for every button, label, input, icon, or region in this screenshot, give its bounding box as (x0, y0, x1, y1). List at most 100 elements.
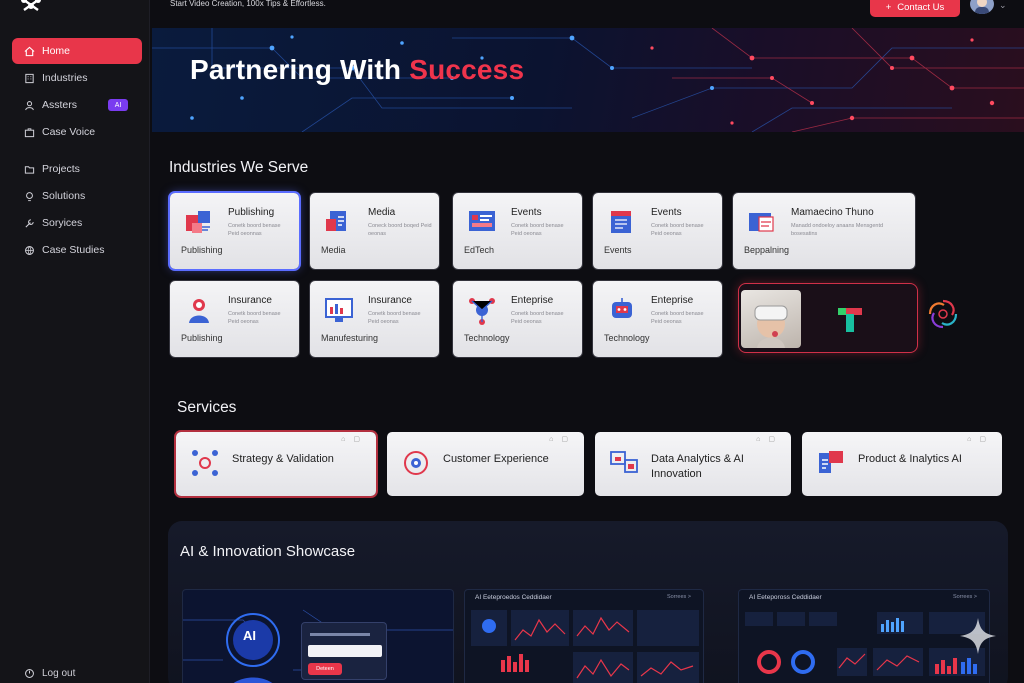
lightbulb-icon (24, 191, 35, 202)
hero-title-accent: Success (409, 54, 525, 85)
widget-line (310, 633, 370, 636)
service-card-strategy[interactable]: Strategy & Validation ⌂▢ (176, 432, 376, 496)
industry-card-title: Publishing (228, 207, 275, 218)
industry-card-title: Insurance (368, 295, 412, 306)
sidebar-item-label: Solutions (42, 190, 86, 202)
ai-avatar-label: AI (243, 628, 256, 643)
industry-card-subtitle: Publishing (181, 333, 223, 343)
industry-card-title: Mamaecino Thuno (791, 207, 874, 218)
logout-button[interactable]: Log out (24, 668, 75, 679)
plus-icon: + (885, 1, 892, 13)
industry-card-title: Media (368, 207, 396, 218)
sidebar-item-assters[interactable]: Assters AI (12, 92, 142, 118)
hero-title-prefix: Partnering With (190, 54, 410, 85)
sidebar-item-label: Case Voice (42, 126, 96, 138)
strategy-network-icon (192, 450, 218, 476)
industry-card-desc: Manadd ondoeloy anaans Mensgentd bosesat… (791, 223, 884, 237)
industry-card-desc: Conetk boord benase Peid oeonas (368, 311, 421, 325)
panel-title: AI Eeteproedos Ceddidaer (475, 594, 552, 601)
sidebar-item-home[interactable]: Home (12, 38, 142, 64)
calendar-icon (611, 211, 631, 233)
hero-banner: Partnering With Success (152, 28, 1024, 132)
industry-card-desc: Conetk boord benase Peid oeonas (651, 223, 704, 237)
folder-icon (24, 164, 35, 175)
industry-card-events-edtech[interactable]: Events Conetk boord benase Peid oeonas E… (453, 193, 582, 269)
brand-logo-icon[interactable] (18, 0, 46, 14)
sidebar-item-case-voice[interactable]: Case Voice (12, 119, 142, 145)
dashboard-charts-illustration (471, 610, 699, 683)
industry-card-enterprise[interactable]: Enteprise Conetk boord benase Peid oeona… (453, 281, 582, 357)
industry-card-title: Events (511, 207, 542, 218)
industry-card-subtitle: Beppalning (744, 245, 790, 255)
contact-us-label: Contact Us (897, 1, 945, 13)
publishing-icon (186, 211, 210, 233)
analytics-dashboard-icon (610, 451, 638, 473)
sidebar-item-soryices[interactable]: Soryices (12, 210, 142, 236)
industry-card-title: Insurance (228, 295, 272, 306)
service-card-label: Customer Experience (443, 453, 549, 465)
person-shield-icon (189, 299, 209, 323)
panel-title: AI Eetepoross Ceddidaer (749, 594, 822, 601)
card-action-icons[interactable]: ⌂▢ (967, 435, 994, 443)
app-root: Home Industries Assters AI Case Voice Pr… (0, 0, 1024, 683)
industry-card-subtitle: Media (321, 245, 346, 255)
industry-card-desc: Conetk boord benase Peid oeonas (511, 311, 564, 325)
industry-card-insurance-publishing[interactable]: Insurance Conetk boord benase Peid oeona… (170, 281, 299, 357)
industry-card-desc: Coneck boord boqed Peid oeonas (368, 223, 432, 237)
ai-chat-widget[interactable]: Deteen (301, 622, 387, 680)
industry-card-desc: Conetk boord benase Peid oeonnas (228, 223, 281, 237)
chevron-down-icon[interactable]: ⌄ (999, 0, 1007, 11)
wrench-icon (24, 218, 35, 229)
service-card-product-analytics[interactable]: Product & Inalytics AI ⌂▢ (802, 432, 1002, 496)
sidebar-item-label: Soryices (42, 217, 83, 229)
t-brand-logo-icon (838, 308, 862, 332)
product-analytics-icon (819, 451, 843, 473)
sidebar-item-case-studies[interactable]: Case Studies (12, 237, 142, 263)
enterprise-network-icon (469, 298, 495, 325)
home-icon (24, 46, 35, 57)
ai-dashboard-panel-2[interactable]: AI Eetepoross Ceddidaer Sorrees > (738, 589, 990, 683)
industry-card-title: Enteprise (651, 295, 694, 306)
contact-us-button[interactable]: + Contact Us (870, 0, 960, 17)
dashboard-metrics-illustration (745, 612, 985, 676)
vr-headset-photo (741, 290, 801, 348)
industry-card-mamaecino[interactable]: Mamaecino Thuno Manadd ondoeloy anaans M… (733, 193, 915, 269)
industry-card-enterprise-technology[interactable]: Enteprise Conetk boord benase Peid oeona… (593, 281, 722, 357)
spiral-logo-icon (928, 299, 958, 329)
widget-input[interactable] (308, 645, 382, 657)
ai-badge: AI (108, 99, 128, 111)
logout-icon (24, 668, 35, 679)
sidebar-item-label: Projects (42, 163, 80, 175)
industry-card-title: Enteprise (511, 295, 554, 306)
sidebar-item-industries[interactable]: Industries (12, 65, 142, 91)
vr-promo-card[interactable] (738, 283, 918, 353)
globe-icon (24, 245, 35, 256)
sidebar-item-solutions[interactable]: Solutions (12, 183, 142, 209)
card-action-icons[interactable]: ⌂▢ (756, 435, 783, 443)
newspaper-icon (749, 213, 774, 232)
card-action-icons[interactable]: ⌂▢ (341, 435, 368, 443)
widget-submit-button[interactable]: Deteen (308, 663, 342, 675)
panel-link[interactable]: Sorrees > (953, 594, 977, 600)
sidebar: Home Industries Assters AI Case Voice Pr… (0, 0, 150, 683)
service-card-label: Product & Inalytics AI (858, 453, 962, 465)
industry-card-publishing[interactable]: Publishing Conetk boord benase Peid oeon… (170, 193, 299, 269)
service-card-data-analytics[interactable]: Data Analytics & AI Innovation ⌂▢ (595, 432, 791, 496)
ai-dashboard-panel-1[interactable]: AI Eeteproedos Ceddidaer Sorrees > (464, 589, 704, 683)
services-heading: Services (177, 399, 237, 416)
card-action-icons[interactable]: ⌂▢ (549, 435, 576, 443)
sidebar-item-projects[interactable]: Projects (12, 156, 142, 182)
avatar[interactable] (970, 0, 994, 14)
hero-title: Partnering With Success (190, 54, 524, 86)
industry-card-desc: Conetk boord benase Peid oeonas (228, 311, 281, 325)
panel-link[interactable]: Sorrees > (667, 594, 691, 600)
monitor-chart-icon (325, 298, 353, 322)
industry-card-media[interactable]: Media Coneck boord boqed Peid oeonas Med… (310, 193, 439, 269)
service-card-customer-experience[interactable]: Customer Experience ⌂▢ (387, 432, 584, 496)
industry-card-insurance-manufacturing[interactable]: Insurance Conetk boord benase Peid oeona… (310, 281, 439, 357)
ai-assistant-panel[interactable]: AI Deteen (182, 589, 454, 683)
industry-card-subtitle: Events (604, 245, 632, 255)
industry-card-events[interactable]: Events Conetk boord benase Peid oeonas E… (593, 193, 722, 269)
events-icon (469, 211, 495, 231)
logout-label: Log out (42, 668, 76, 679)
